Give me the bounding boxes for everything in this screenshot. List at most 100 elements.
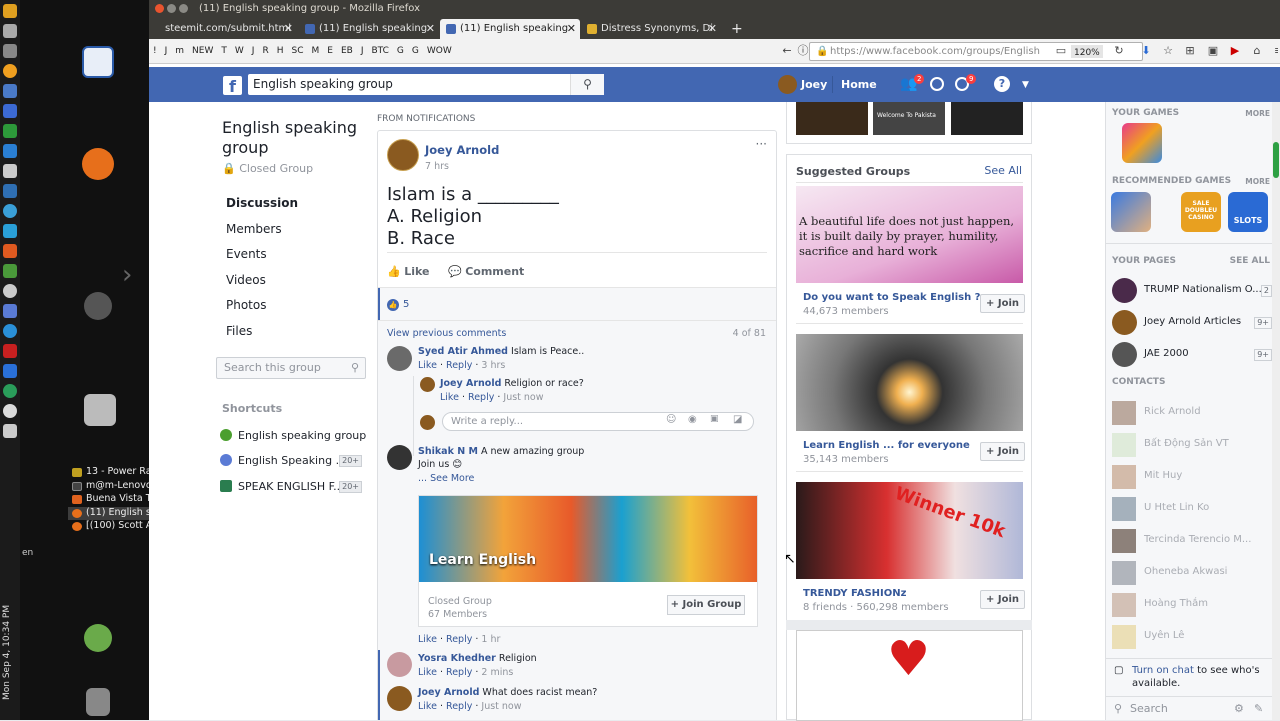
close-window-button[interactable] [155,4,164,13]
launcher-app-icon[interactable] [3,24,17,38]
menu-icon[interactable]: ≡ [1274,45,1278,57]
group-image[interactable]: ♥ [796,630,1023,721]
photo-thumb[interactable]: Welcome To Pakista [873,102,945,135]
page-item[interactable]: Joey Arnold Articles 9+ [1112,309,1272,335]
launcher-app-icon[interactable] [3,4,17,18]
help-icon[interactable]: ? [994,76,1010,92]
shortcut-item[interactable]: English speaking group [218,423,368,449]
contact-item[interactable]: U Htet Lin Ko [1112,495,1272,521]
shared-group-card[interactable]: Learn English Closed Group 67 Members + … [418,495,758,627]
contact-item[interactable]: Tercinda Terencio M... [1112,527,1272,553]
document-icon[interactable] [82,46,114,78]
facebook-search-input[interactable]: English speaking group [248,74,604,95]
camera-icon[interactable]: ◉ [688,414,697,425]
post-options-icon[interactable]: ··· [756,137,767,151]
firefox-icon[interactable] [82,148,114,180]
bookmark-item[interactable]: H [277,46,284,56]
see-all-link[interactable]: See All [984,164,1022,177]
launcher-app-icon[interactable] [3,124,17,138]
bookmark-star-icon[interactable]: ☆ [1162,45,1174,57]
launcher-app-icon[interactable] [3,304,17,318]
slots-game-icon[interactable]: SLOTS [1228,192,1268,232]
page-item[interactable]: TRUMP Nationalism O... 2 [1112,277,1272,303]
join-button[interactable]: + Join [980,442,1025,461]
launcher-app-icon[interactable] [3,164,17,178]
commenter-avatar[interactable] [387,686,412,711]
bookmark-item[interactable]: R [262,46,268,56]
bitcoin-icon[interactable] [3,64,17,78]
contact-item[interactable]: Mit Huy [1112,463,1272,489]
bookmark-item[interactable]: SC [291,46,303,56]
clock[interactable]: Mon Sep 4, 10:34 PM [2,600,18,700]
shortcut-item[interactable]: SPEAK ENGLISH F... 20+ [218,474,368,500]
messenger-icon[interactable] [930,77,944,91]
suggested-group-name[interactable]: Learn English ... for everyone [803,440,970,451]
candy-crush-icon[interactable] [1122,123,1162,163]
launcher-app-icon[interactable] [3,364,17,378]
join-group-button[interactable]: + Join Group [667,595,745,615]
bookmark-item[interactable]: ! [153,46,157,56]
obs-icon[interactable] [3,204,17,218]
group-nav-discussion[interactable]: Discussion [216,191,368,215]
contact-item[interactable]: Oheneba Akwasi [1112,559,1272,585]
bookmark-item[interactable]: M [311,46,319,56]
reaction-count[interactable]: 5 [403,299,409,310]
search-icon[interactable]: ⚲ [570,74,604,95]
group-search-input[interactable]: Search this group ⚲ [216,356,366,379]
bookmark-item[interactable]: NEW [192,46,213,56]
download-icon[interactable]: ⬇ [1140,45,1152,57]
shortcut-item[interactable]: English Speaking ... 20+ [218,448,368,474]
launcher-app-icon[interactable] [3,244,17,258]
bookmark-item[interactable]: EB [341,46,353,56]
recommended-more-link[interactable]: MORE [1245,177,1270,186]
avatar[interactable] [778,75,797,94]
bookmark-item[interactable]: G [397,46,404,56]
screenshot-icon[interactable]: ▣ [1207,45,1219,57]
commenter-avatar[interactable] [387,445,412,470]
photo-thumb[interactable] [951,102,1023,135]
close-tab-icon[interactable]: ✕ [567,19,576,39]
join-button[interactable]: + Join [980,590,1025,609]
commenter-avatar[interactable] [420,377,435,392]
browser-tab[interactable]: (11) English speaking ✕ [299,19,439,39]
see-more-link[interactable]: ... See More [418,473,474,484]
sticker-icon[interactable]: ◪ [733,414,742,425]
launcher-app-icon[interactable] [3,144,17,158]
facebook-logo-icon[interactable]: f [223,76,242,96]
group-image[interactable] [796,334,1023,431]
chevron-right-icon[interactable]: › [122,260,132,290]
profile-link[interactable]: Joey [801,78,827,91]
close-tab-icon[interactable]: ✕ [426,19,435,39]
bookmark-item[interactable]: W [235,46,244,56]
pages-see-all-link[interactable]: SEE ALL [1230,256,1270,266]
back-icon[interactable]: ← [781,45,793,57]
suggested-group-name[interactable]: Do you want to Speak English ? [803,292,980,303]
author-avatar[interactable] [387,139,419,171]
launcher-app-icon[interactable] [3,424,17,438]
group-image[interactable]: A beautiful life does not just happen, i… [796,186,1023,283]
telegram-icon[interactable] [3,384,17,398]
gif-icon[interactable]: ▣ [710,414,719,424]
group-nav-files[interactable]: Files [216,319,368,343]
post-author[interactable]: Joey Arnold [425,143,499,157]
browser-tab[interactable]: Distress Synonyms, Di ✕ [581,19,721,39]
bookmark-item[interactable]: BTC [371,46,388,56]
contact-item[interactable]: Bất Động Sản VT [1112,431,1272,457]
bookmark-item[interactable]: E [327,46,333,56]
close-tab-icon[interactable]: ✕ [284,19,293,39]
bookmark-item[interactable]: J [252,46,255,56]
contact-item[interactable]: Uyên Lê [1112,623,1272,649]
contact-item[interactable]: Hoàng Thắm [1112,591,1272,617]
suggested-group-name[interactable]: TRENDY FASHIONz [803,588,906,599]
scrollbar[interactable] [1272,102,1280,720]
launcher-app-icon[interactable] [3,264,17,278]
bookmark-item[interactable]: WOW [427,46,452,56]
group-image[interactable]: Winner 10k [796,482,1023,579]
photo-thumb[interactable] [796,102,868,135]
reload-icon[interactable]: ↻ [1113,45,1125,57]
group-nav-events[interactable]: Events [216,242,368,266]
bookmark-item[interactable]: J [361,46,364,56]
bookmark-item[interactable]: T [221,46,227,56]
minimize-window-button[interactable] [167,4,176,13]
emoji-icon[interactable]: ☺ [666,414,676,425]
